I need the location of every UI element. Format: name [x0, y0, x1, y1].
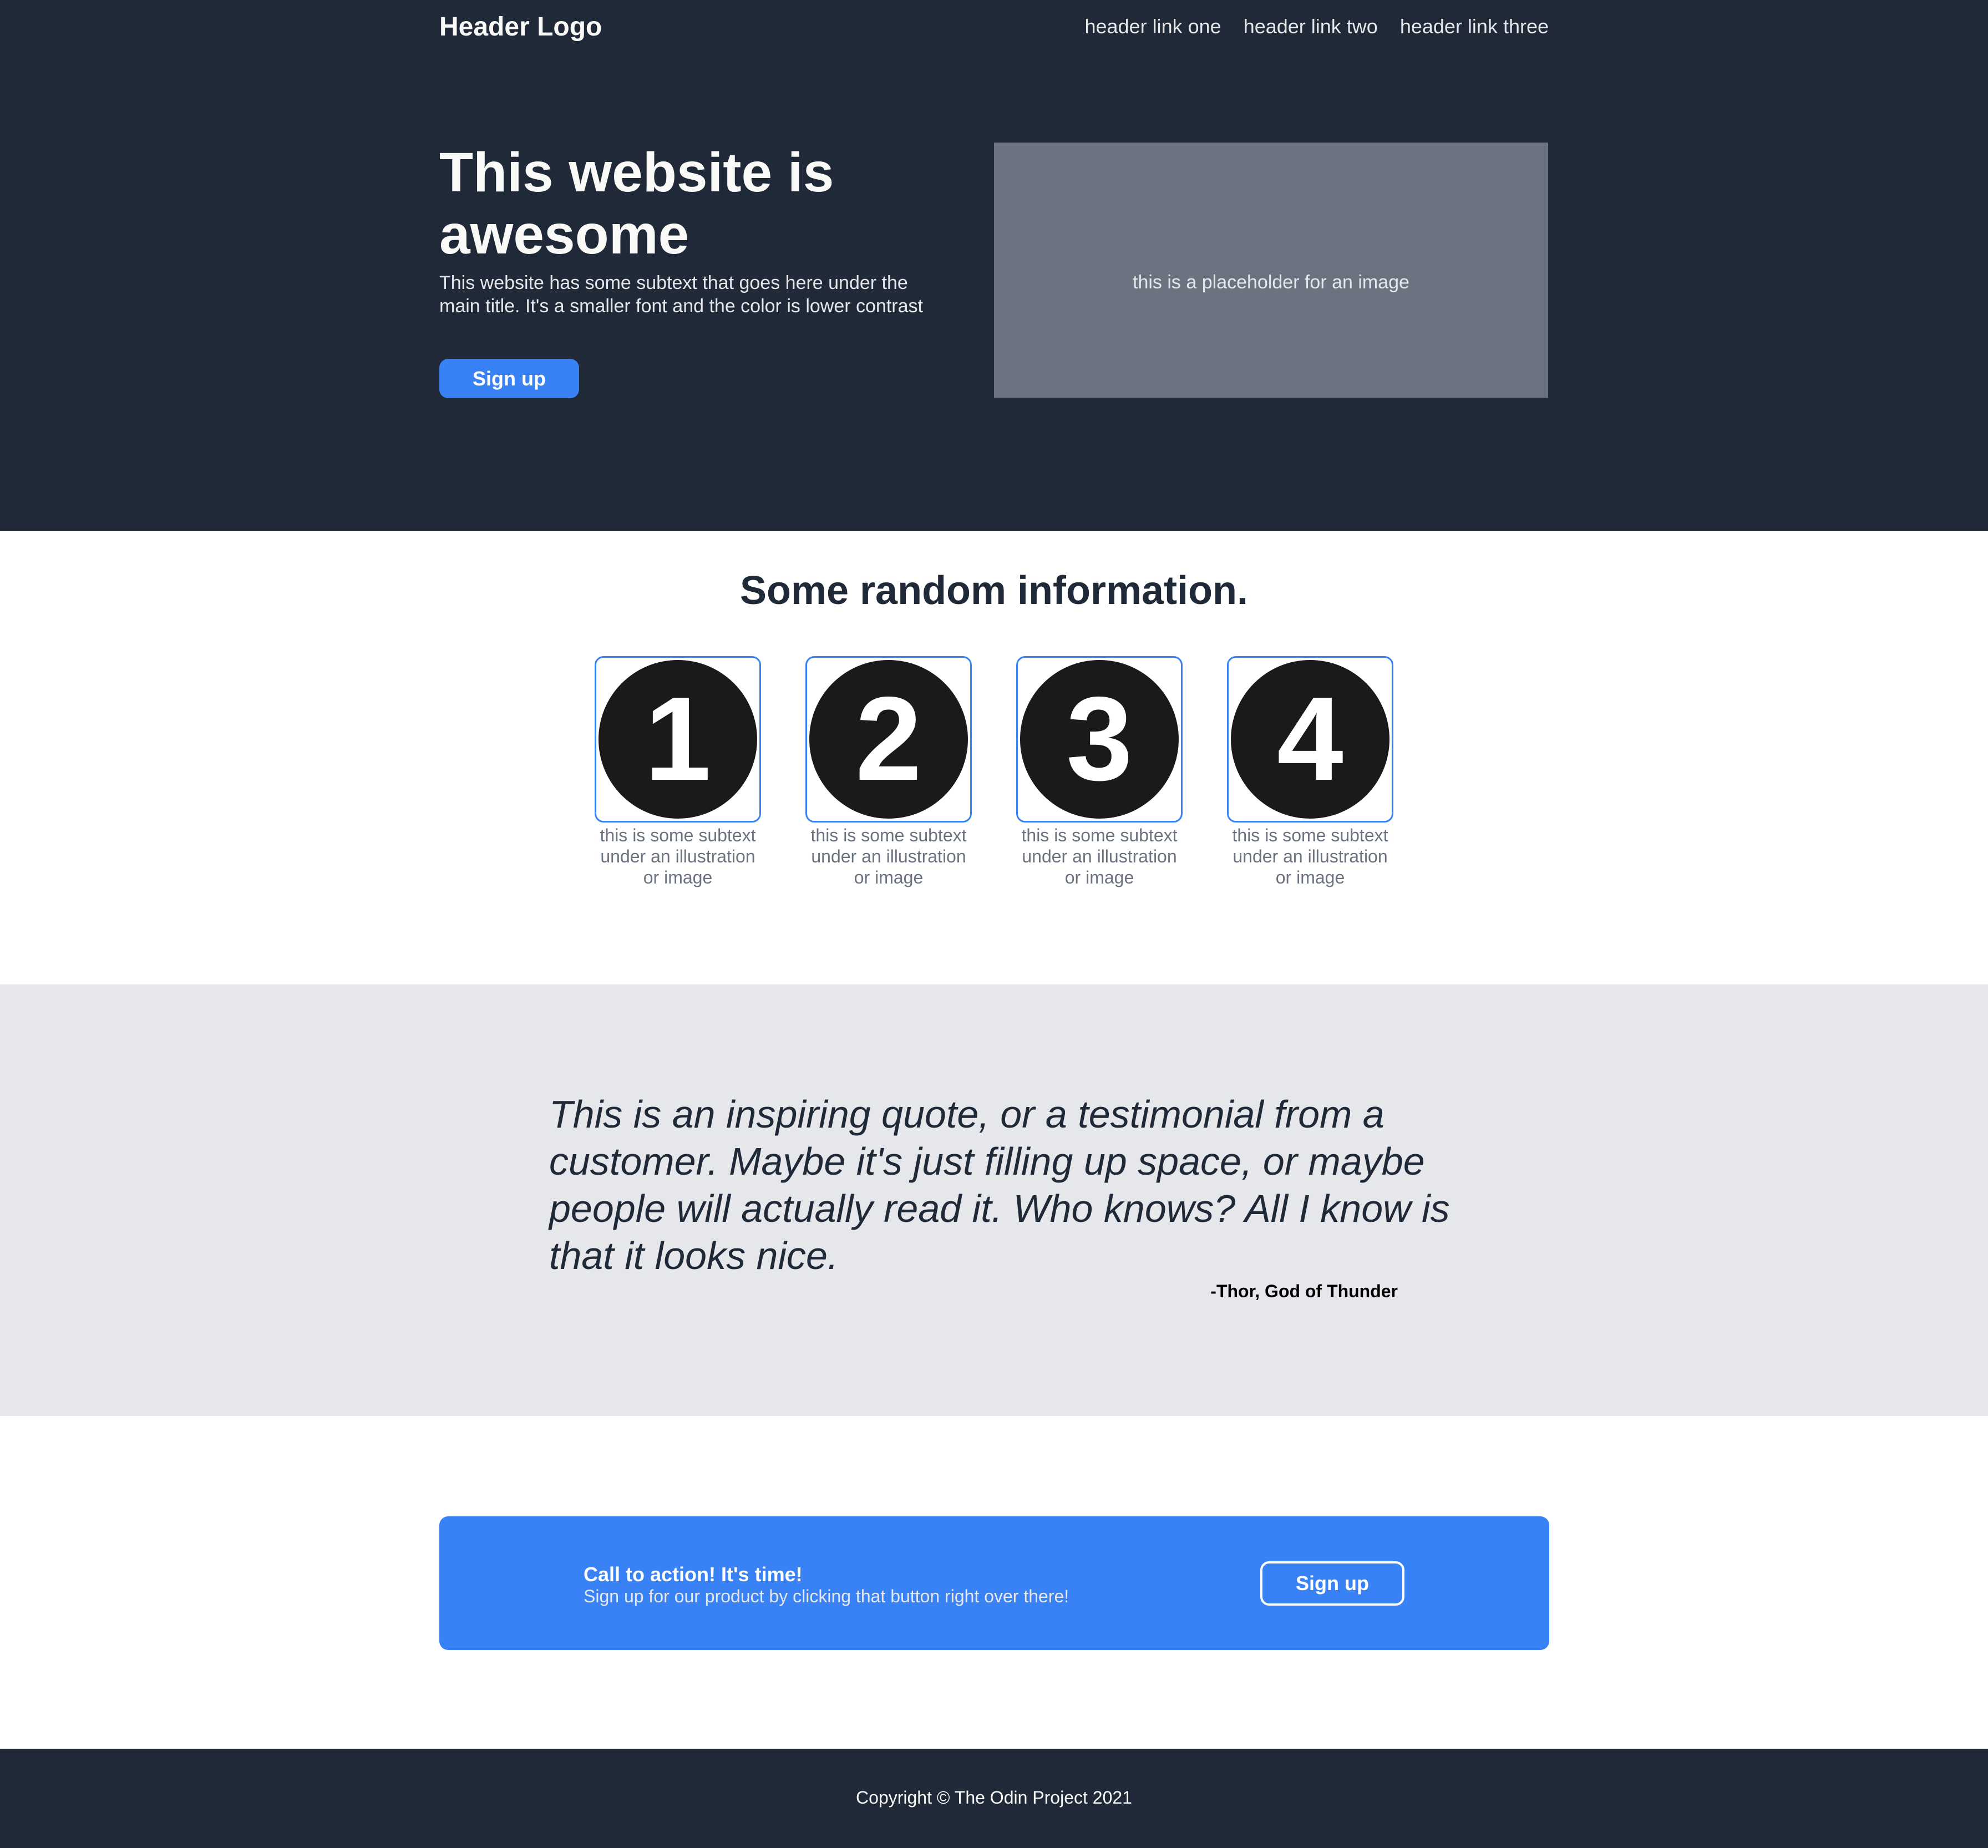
quote-section: This is an inspiring quote, or a testimo…: [0, 984, 1988, 1416]
cta-section: Call to action! It's time! Sign up for o…: [0, 1416, 1988, 1749]
cta-signup-button[interactable]: Sign up: [1260, 1561, 1404, 1606]
hero-text-block: This website is awesome This website has…: [439, 141, 950, 318]
info-item: 2 this is some subtext under an illustra…: [805, 656, 972, 888]
footer: Copyright © The Odin Project 2021: [0, 1749, 1988, 1848]
hero-signup-button[interactable]: Sign up: [439, 359, 579, 398]
svg-text:2: 2: [855, 672, 922, 805]
info-section: Some random information. 1 this is some …: [0, 531, 1988, 984]
cta-subtext: Sign up for our product by clicking that…: [584, 1586, 1069, 1606]
info-item: 3 this is some subtext under an illustra…: [1016, 656, 1183, 888]
number-one-icon: 1: [595, 656, 761, 823]
info-caption: this is some subtext under an illustrati…: [600, 825, 756, 887]
info-caption: this is some subtext under an illustrati…: [810, 825, 967, 887]
info-title: Some random information.: [739, 568, 1249, 613]
number-four-icon: 4: [1227, 656, 1393, 823]
hero-subtext: This website has some subtext that goes …: [439, 272, 923, 317]
svg-text:1: 1: [645, 672, 711, 805]
quote-text: This is an inspiring quote, or a testimo…: [549, 1093, 1450, 1277]
hero-image-placeholder-text: this is a placeholder for an image: [1133, 271, 1409, 293]
cta-title: Call to action! It's time!: [584, 1563, 803, 1586]
hero-section: Header Logo header link one header link …: [0, 0, 1988, 531]
info-caption: this is some subtext under an illustrati…: [1021, 825, 1178, 887]
hero-image-placeholder: this is a placeholder for an image: [994, 143, 1548, 398]
info-item: 1 this is some subtext under an illustra…: [595, 656, 761, 888]
quote-author: -Thor, God of Thunder: [1210, 1281, 1398, 1301]
hero-title: This website is awesome: [439, 141, 834, 266]
info-caption: this is some subtext under an illustrati…: [1232, 825, 1388, 887]
footer-copyright: Copyright © The Odin Project 2021: [856, 1788, 1132, 1808]
header-logo[interactable]: Header Logo: [439, 10, 602, 44]
header-link-one[interactable]: header link one: [1085, 12, 1221, 41]
header-link-three[interactable]: header link three: [1400, 12, 1549, 41]
header-link-two[interactable]: header link two: [1244, 12, 1378, 41]
number-two-icon: 2: [805, 656, 972, 823]
number-three-icon: 3: [1016, 656, 1183, 823]
header-nav: header link one header link two header l…: [1085, 12, 1549, 41]
cta-banner: Call to action! It's time! Sign up for o…: [439, 1516, 1549, 1650]
svg-text:3: 3: [1066, 672, 1133, 805]
svg-text:4: 4: [1277, 672, 1343, 805]
info-item: 4 this is some subtext under an illustra…: [1227, 656, 1393, 888]
